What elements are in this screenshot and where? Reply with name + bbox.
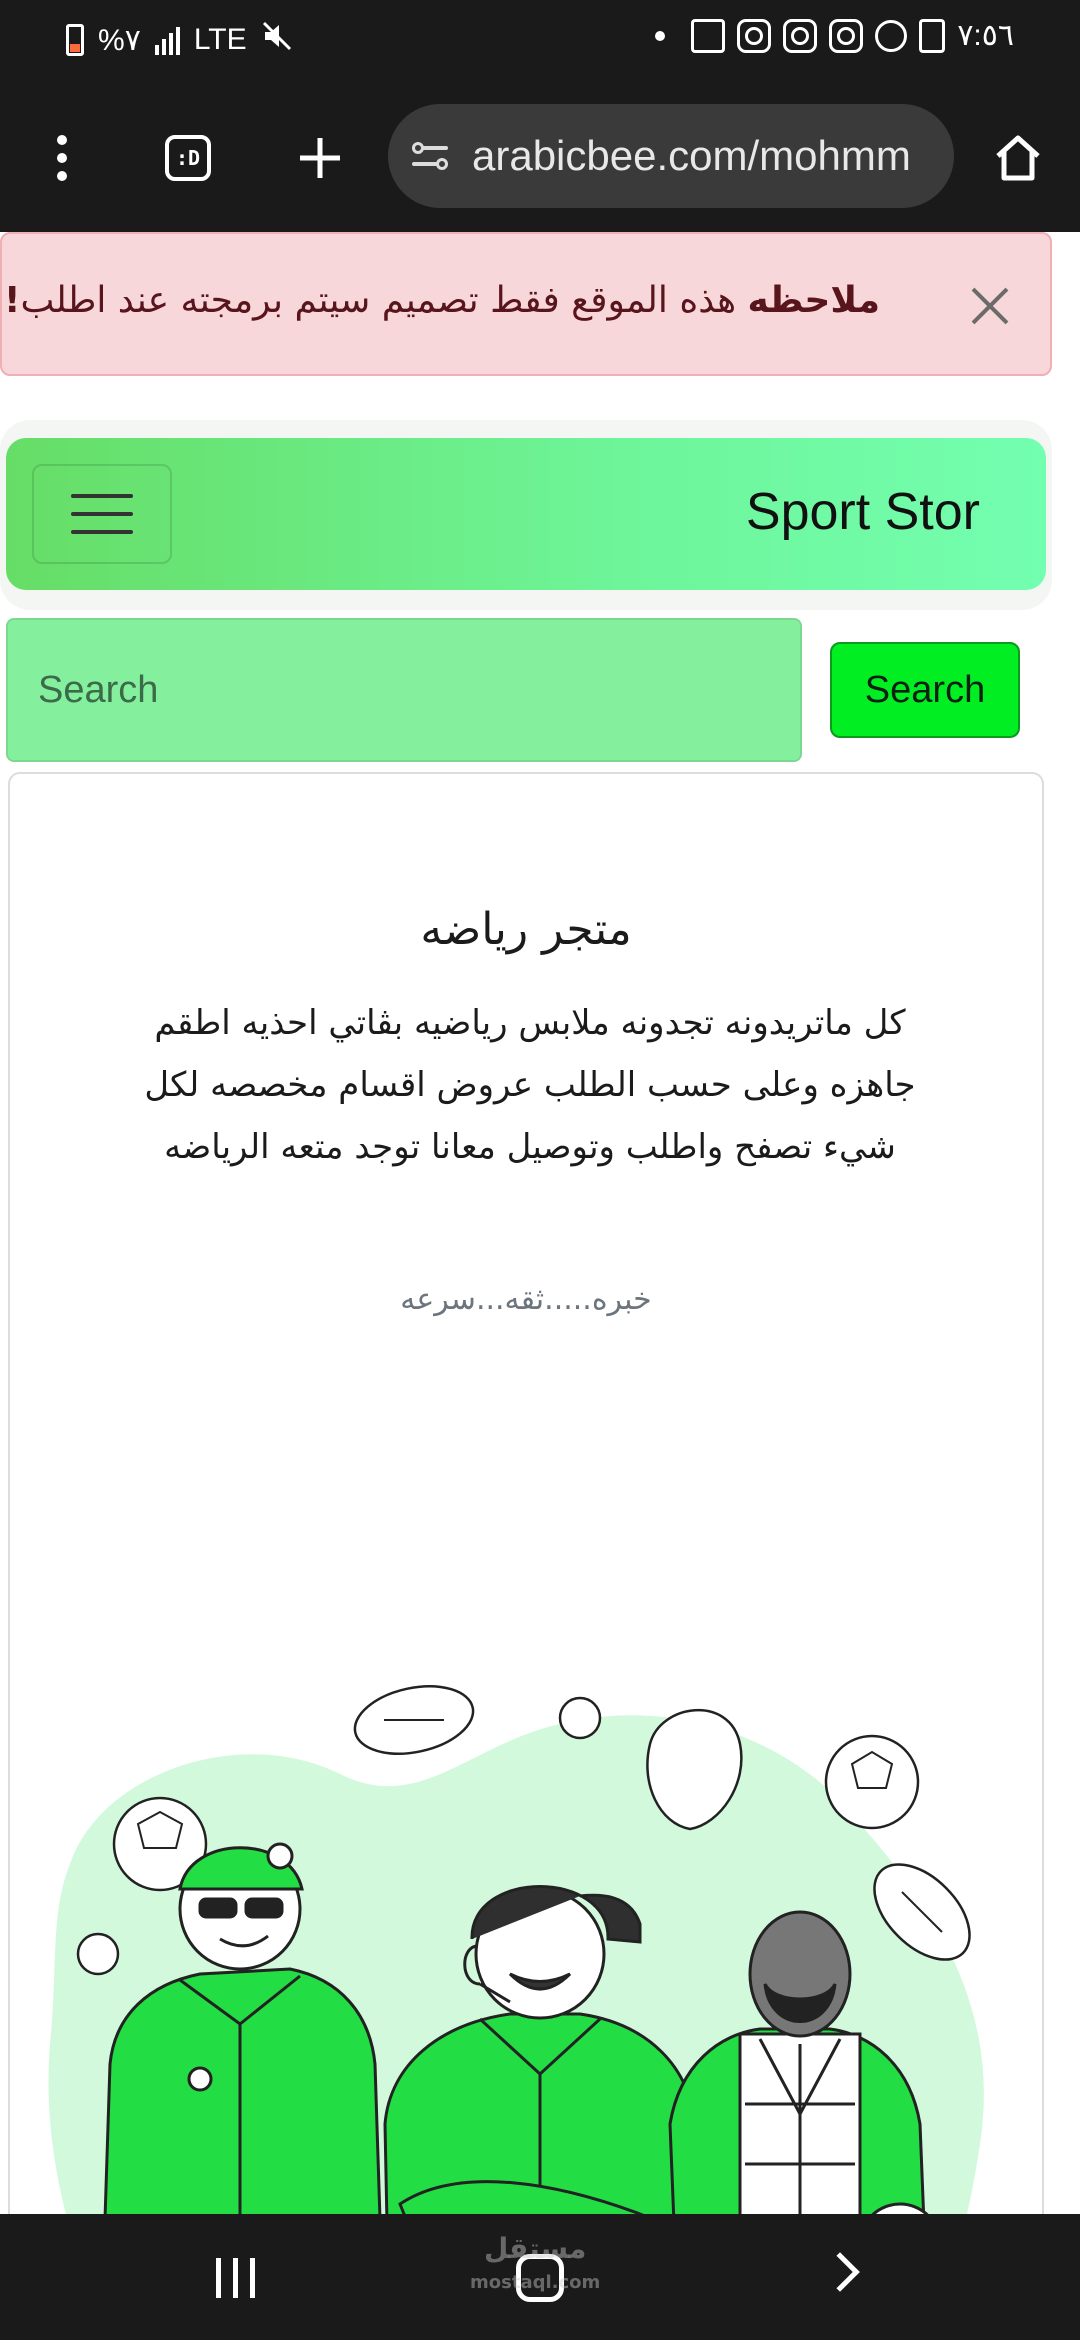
alert-body: هذه الموقع فقط تصميم سيتم برمجته عند اطل… <box>20 280 748 321</box>
address-bar[interactable]: arabicbee.com/mohmm <box>388 104 954 208</box>
watermark-latin: mostaql.com <box>470 2272 601 2293</box>
card-tagline: خبره.....ثقه...سرعه <box>400 1282 652 1317</box>
alert-emphasis: ! <box>4 280 21 321</box>
instagram-icon <box>737 18 772 53</box>
search-input[interactable] <box>6 618 802 762</box>
status-left: %٧ LTE <box>66 20 293 60</box>
new-tab-button[interactable] <box>282 120 358 196</box>
menu-toggle-button[interactable] <box>32 464 172 564</box>
alert-label: ملاحظه <box>747 280 880 321</box>
tabs-button[interactable]: :D <box>150 120 226 196</box>
refresh-icon <box>875 19 908 52</box>
alert-message: ملاحظه هذه الموقع فقط تصميم سيتم برمجته … <box>4 280 880 321</box>
battery-percent: %٧ <box>98 23 141 57</box>
signal-icon <box>154 25 180 55</box>
url-text[interactable]: arabicbee.com/mohmm <box>472 132 911 180</box>
hero-card: متجر رياضه كل ماتريدونه تجدونه ملابس ريا… <box>8 772 1044 2340</box>
instagram-icon <box>783 18 818 53</box>
search-button[interactable]: Search <box>830 642 1020 738</box>
alert-banner: ملاحظه هذه الموقع فقط تصميم سيتم برمجته … <box>0 232 1052 376</box>
status-bar: %٧ LTE ٧:٥٦ <box>0 0 1080 82</box>
clipboard-icon <box>919 18 946 53</box>
back-icon[interactable] <box>820 2252 860 2292</box>
hamburger-icon <box>71 494 133 498</box>
home-icon <box>996 135 1040 181</box>
card-description: كل ماتريدونه تجدونه ملابس رياضيه بڤاتي ا… <box>144 1003 916 1167</box>
close-icon[interactable] <box>962 278 1018 334</box>
recents-icon[interactable] <box>216 2258 255 2298</box>
site-settings-icon[interactable] <box>408 134 452 178</box>
watermark-arabic: مستقل <box>483 2232 587 2265</box>
news-icon <box>691 18 726 53</box>
mute-icon <box>261 20 293 60</box>
browser-menu-icon[interactable] <box>24 120 100 196</box>
status-right: ٧:٥٦ <box>655 18 1014 53</box>
clock-time: ٧:٥٦ <box>957 19 1014 52</box>
browser-toolbar: :D arabicbee.com/mohmm <box>0 82 1080 232</box>
watermark-logo: مستقل mostaql.com <box>470 2232 600 2300</box>
battery-icon <box>66 24 84 56</box>
notification-dot-icon <box>655 30 666 41</box>
navbar: Sport Stor <box>6 438 1046 590</box>
network-type: LTE <box>193 23 247 56</box>
instagram-icon <box>829 18 864 53</box>
card-title: متجر رياضه <box>420 904 632 955</box>
tabs-icon: :D <box>165 135 211 181</box>
brand-title[interactable]: Sport Stor <box>746 482 980 542</box>
plus-icon <box>300 138 340 178</box>
home-button[interactable] <box>980 120 1056 196</box>
